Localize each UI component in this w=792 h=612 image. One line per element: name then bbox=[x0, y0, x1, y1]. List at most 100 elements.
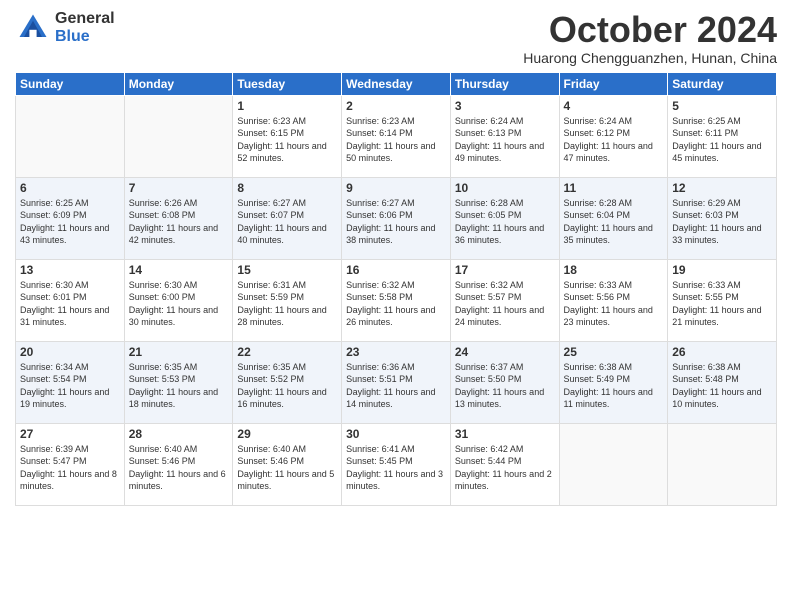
day-info: Sunrise: 6:36 AMSunset: 5:51 PMDaylight:… bbox=[346, 361, 446, 411]
page: General Blue October 2024 Huarong Chengg… bbox=[0, 0, 792, 612]
daylight-text: Daylight: 11 hours and 5 minutes. bbox=[237, 469, 334, 492]
daylight-text: Daylight: 11 hours and 16 minutes. bbox=[237, 387, 326, 410]
day-info: Sunrise: 6:34 AMSunset: 5:54 PMDaylight:… bbox=[20, 361, 120, 411]
day-number: 11 bbox=[564, 181, 664, 195]
col-monday: Monday bbox=[124, 72, 233, 95]
logo-icon bbox=[15, 10, 51, 46]
day-info: Sunrise: 6:29 AMSunset: 6:03 PMDaylight:… bbox=[672, 197, 772, 247]
sunset-text: Sunset: 5:52 PM bbox=[237, 374, 304, 384]
daylight-text: Daylight: 11 hours and 50 minutes. bbox=[346, 141, 435, 164]
sunrise-text: Sunrise: 6:40 AM bbox=[129, 444, 198, 454]
table-row: 16Sunrise: 6:32 AMSunset: 5:58 PMDayligh… bbox=[342, 259, 451, 341]
sunset-text: Sunset: 5:57 PM bbox=[455, 292, 522, 302]
day-number: 22 bbox=[237, 345, 337, 359]
table-row: 5Sunrise: 6:25 AMSunset: 6:11 PMDaylight… bbox=[668, 95, 777, 177]
sunrise-text: Sunrise: 6:37 AM bbox=[455, 362, 524, 372]
calendar-week-row: 13Sunrise: 6:30 AMSunset: 6:01 PMDayligh… bbox=[16, 259, 777, 341]
sunrise-text: Sunrise: 6:41 AM bbox=[346, 444, 415, 454]
sunset-text: Sunset: 5:51 PM bbox=[346, 374, 413, 384]
sunset-text: Sunset: 6:03 PM bbox=[672, 210, 739, 220]
sunrise-text: Sunrise: 6:25 AM bbox=[672, 116, 741, 126]
table-row: 4Sunrise: 6:24 AMSunset: 6:12 PMDaylight… bbox=[559, 95, 668, 177]
day-info: Sunrise: 6:38 AMSunset: 5:48 PMDaylight:… bbox=[672, 361, 772, 411]
table-row: 12Sunrise: 6:29 AMSunset: 6:03 PMDayligh… bbox=[668, 177, 777, 259]
daylight-text: Daylight: 11 hours and 42 minutes. bbox=[129, 223, 218, 246]
table-row bbox=[124, 95, 233, 177]
day-number: 24 bbox=[455, 345, 555, 359]
table-row: 27Sunrise: 6:39 AMSunset: 5:47 PMDayligh… bbox=[16, 423, 125, 505]
sunset-text: Sunset: 6:01 PM bbox=[20, 292, 87, 302]
table-row: 30Sunrise: 6:41 AMSunset: 5:45 PMDayligh… bbox=[342, 423, 451, 505]
day-info: Sunrise: 6:28 AM Sunset: 6:05 PM Daylight:… bbox=[455, 197, 555, 247]
day-number: 2 bbox=[346, 99, 446, 113]
sunset-text: Sunset: 5:58 PM bbox=[346, 292, 413, 302]
day-info: Sunrise: 6:30 AMSunset: 6:00 PMDaylight:… bbox=[129, 279, 229, 329]
sunset-text: Sunset: 5:55 PM bbox=[672, 292, 739, 302]
sunset-text: Sunset: 6:14 PM bbox=[346, 128, 413, 138]
sunset-text: Sunset: 6:05 PM bbox=[455, 210, 522, 220]
daylight-text: Daylight: 11 hours and 18 minutes. bbox=[129, 387, 218, 410]
table-row: 15 Sunrise: 6:31 AM Sunset: 5:59 PM Dayligh… bbox=[233, 259, 342, 341]
daylight-text: Daylight: 11 hours and 45 minutes. bbox=[672, 141, 761, 164]
sunrise-text: Sunrise: 6:23 AM bbox=[237, 116, 306, 126]
day-number: 3 bbox=[455, 99, 555, 113]
day-info: Sunrise: 6:37 AMSunset: 5:50 PMDaylight:… bbox=[455, 361, 555, 411]
day-number: 26 bbox=[672, 345, 772, 359]
table-row: 24 Sunrise: 6:37 AMSunset: 5:50 PMDayligh… bbox=[450, 341, 559, 423]
title-area: October 2024 Huarong Chengguanzhen, Huna… bbox=[523, 10, 777, 66]
day-number: 31 bbox=[455, 427, 555, 441]
sunrise-text: Sunrise: 6:30 AM bbox=[129, 280, 198, 290]
calendar: Sunday Monday Tuesday Wednesday Thursday… bbox=[15, 72, 777, 506]
sunset-text: Sunset: 6:06 PM bbox=[346, 210, 413, 220]
day-number: 21 bbox=[129, 345, 229, 359]
sunrise-text: Sunrise: 6:33 AM bbox=[564, 280, 633, 290]
sunset-text: Sunset: 5:56 PM bbox=[564, 292, 631, 302]
logo-blue-text: Blue bbox=[55, 28, 115, 46]
sunrise-text: Sunrise: 6:27 AM bbox=[237, 198, 306, 208]
col-thursday: Thursday bbox=[450, 72, 559, 95]
daylight-text: Daylight: 11 hours and 6 minutes. bbox=[129, 469, 226, 492]
day-info: Sunrise: 6:35 AMSunset: 5:53 PMDaylight:… bbox=[129, 361, 229, 411]
sunrise-text: Sunrise: 6:33 AM bbox=[672, 280, 741, 290]
sunrise-text: Sunrise: 6:25 AM bbox=[20, 198, 89, 208]
daylight-text: Daylight: 11 hours and 3 minutes. bbox=[346, 469, 443, 492]
sunrise-text: Sunrise: 6:24 AM bbox=[564, 116, 633, 126]
day-number: 14 bbox=[129, 263, 229, 277]
sunset-text: Sunset: 5:47 PM bbox=[20, 456, 87, 466]
sunrise-text: Sunrise: 6:28 AM bbox=[455, 198, 524, 208]
subtitle: Huarong Chengguanzhen, Hunan, China bbox=[523, 50, 777, 66]
daylight-text: Daylight: 11 hours and 33 minutes. bbox=[672, 223, 761, 246]
day-info: Sunrise: 6:31 AM Sunset: 5:59 PM Daylight:… bbox=[237, 279, 337, 329]
daylight-text: Daylight: 11 hours and 43 minutes. bbox=[20, 223, 109, 246]
sunrise-text: Sunrise: 6:42 AM bbox=[455, 444, 524, 454]
table-row: 25Sunrise: 6:38 AMSunset: 5:49 PMDayligh… bbox=[559, 341, 668, 423]
day-number: 5 bbox=[672, 99, 772, 113]
sunrise-text: Sunrise: 6:24 AM bbox=[455, 116, 524, 126]
daylight-text: Daylight: 11 hours and 49 minutes. bbox=[455, 141, 544, 164]
daylight-text: Daylight: 11 hours and 21 minutes. bbox=[672, 305, 761, 328]
day-info: Sunrise: 6:40 AMSunset: 5:46 PMDaylight:… bbox=[129, 443, 229, 493]
col-friday: Friday bbox=[559, 72, 668, 95]
sunset-text: Sunset: 5:59 PM bbox=[237, 292, 304, 302]
daylight-text: Daylight: 11 hours and 28 minutes. bbox=[237, 305, 326, 328]
sunset-text: Sunset: 5:53 PM bbox=[129, 374, 196, 384]
daylight-text: Daylight: 11 hours and 47 minutes. bbox=[564, 141, 653, 164]
table-row: 6Sunrise: 6:25 AMSunset: 6:09 PMDaylight… bbox=[16, 177, 125, 259]
col-tuesday: Tuesday bbox=[233, 72, 342, 95]
day-number: 23 bbox=[346, 345, 446, 359]
table-row: 18Sunrise: 6:33 AMSunset: 5:56 PMDayligh… bbox=[559, 259, 668, 341]
sunrise-text: Sunrise: 6:31 AM bbox=[237, 280, 306, 290]
day-info: Sunrise: 6:27 AMSunset: 6:07 PMDaylight:… bbox=[237, 197, 337, 247]
day-info: Sunrise: 6:35 AMSunset: 5:52 PMDaylight:… bbox=[237, 361, 337, 411]
day-info: Sunrise: 6:26 AMSunset: 6:08 PMDaylight:… bbox=[129, 197, 229, 247]
day-number: 15 bbox=[237, 263, 337, 277]
table-row bbox=[668, 423, 777, 505]
table-row: 20Sunrise: 6:34 AMSunset: 5:54 PMDayligh… bbox=[16, 341, 125, 423]
day-info: Sunrise: 6:33 AM Sunset: 5:55 PM Daylight:… bbox=[672, 279, 772, 329]
table-row: 19Sunrise: 6:33 AMSunset: 5:55 PMDayligh… bbox=[668, 259, 777, 341]
sunrise-text: Sunrise: 6:39 AM bbox=[20, 444, 89, 454]
daylight-text: Daylight: 11 hours and 36 minutes. bbox=[455, 223, 544, 246]
daylight-text: Daylight: 11 hours and 30 minutes. bbox=[129, 305, 218, 328]
table-row: 26 Sunrise: 6:38 AMSunset: 5:48 PMDayligh… bbox=[668, 341, 777, 423]
day-info: Sunrise: 6:40 AMSunset: 5:46 PMDaylight:… bbox=[237, 443, 337, 493]
